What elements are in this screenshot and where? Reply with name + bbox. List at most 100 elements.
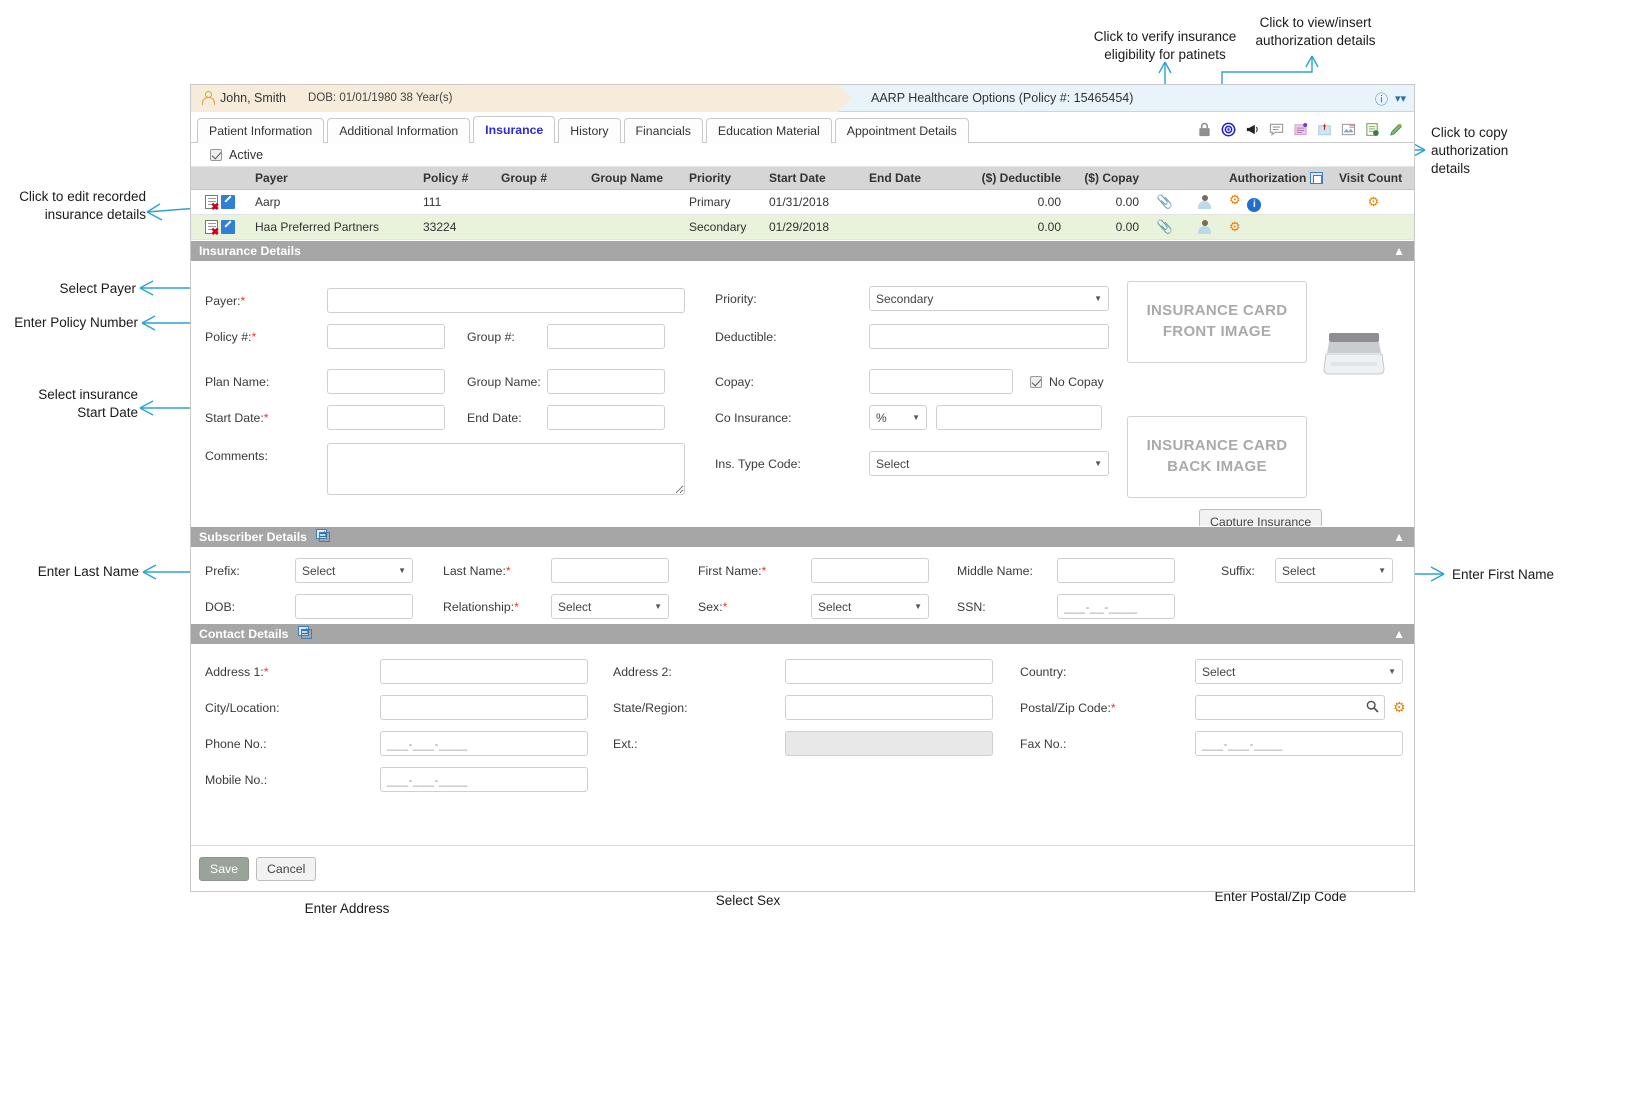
col-group-name[interactable]: Group Name — [585, 167, 683, 190]
double-chevron-down-icon[interactable]: ▾▾ — [1395, 92, 1406, 105]
suffix-select[interactable]: Select ▼ — [1275, 558, 1393, 583]
start-date-input[interactable] — [327, 405, 445, 430]
attachment-paperclip-icon[interactable]: 📎 — [1157, 194, 1173, 209]
attachment-paperclip-icon[interactable]: 📎 — [1157, 219, 1173, 234]
pen-icon[interactable] — [1389, 122, 1405, 138]
sex-select[interactable]: Select ▼ — [811, 594, 929, 619]
col-visit-count[interactable]: Visit Count — [1333, 167, 1414, 190]
scanner-icon[interactable] — [1323, 329, 1385, 384]
phone-input[interactable]: ___-___-____ — [380, 731, 588, 756]
note-icon[interactable] — [1293, 122, 1309, 138]
patient-name: John, Smith — [220, 91, 287, 105]
col-group[interactable]: Group # — [495, 167, 585, 190]
cell-priority: Primary — [683, 189, 763, 215]
edit-pencil-icon[interactable] — [221, 219, 236, 234]
col-copay[interactable]: ($) Copay — [1067, 167, 1145, 190]
delete-document-icon[interactable]: ✖ — [204, 194, 219, 212]
chat-bubble-icon[interactable] — [1269, 122, 1285, 138]
postal-settings-gear-icon[interactable]: ⚙ — [1393, 699, 1406, 716]
city-input[interactable] — [380, 695, 588, 720]
co-insurance-input[interactable] — [936, 405, 1102, 430]
no-copay-checkbox[interactable] — [1030, 375, 1042, 388]
table-row[interactable]: ✖ Haa Preferred Partners 33224 Secondary… — [191, 214, 1414, 240]
active-checkbox[interactable] — [210, 148, 222, 161]
copay-input[interactable] — [869, 369, 1013, 394]
cancel-button[interactable]: Cancel — [256, 856, 317, 881]
col-start-date[interactable]: Start Date — [763, 167, 863, 190]
postal-input[interactable] — [1195, 695, 1385, 720]
collapse-chevron-icon[interactable]: ▲ — [1393, 530, 1405, 544]
info-circle-icon[interactable]: ⓘ — [1375, 89, 1388, 108]
tab-patient-information[interactable]: Patient Information — [197, 118, 325, 143]
collapse-chevron-icon[interactable]: ▲ — [1393, 244, 1405, 258]
dob-input[interactable] — [295, 594, 413, 619]
contact-details-header: Contact Details ▲ — [191, 622, 1414, 644]
fax-input[interactable]: ___-___-____ — [1195, 731, 1403, 756]
col-end-date[interactable]: End Date — [863, 167, 963, 190]
active-filter-row[interactable]: Active — [191, 143, 1414, 167]
ext-input[interactable] — [785, 731, 993, 756]
authorization-gear-icon[interactable]: ⚙ — [1229, 219, 1241, 234]
group-number-input[interactable] — [547, 324, 665, 349]
col-payer[interactable]: Payer — [249, 167, 417, 190]
insurance-card-back-placeholder[interactable]: INSURANCE CARD BACK IMAGE — [1127, 415, 1307, 498]
visit-count-gear-icon[interactable]: ⚙ — [1368, 194, 1380, 209]
table-row[interactable]: ✖ Aarp 111 Primary 01/31/2018 0.00 0.00 … — [191, 189, 1414, 215]
suffix-label: Suffix: — [1221, 563, 1255, 578]
comments-textarea[interactable] — [327, 442, 685, 495]
group-name-input[interactable] — [547, 369, 665, 394]
document-scan-icon[interactable] — [1365, 122, 1381, 138]
prefix-select[interactable]: Select ▼ — [295, 558, 413, 583]
tab-additional-information[interactable]: Additional Information — [327, 118, 471, 143]
col-deductible[interactable]: ($) Deductible — [963, 167, 1067, 190]
collapse-chevron-icon[interactable]: ▲ — [1393, 627, 1405, 641]
col-priority[interactable]: Priority — [683, 167, 763, 190]
delete-document-icon[interactable]: ✖ — [204, 219, 219, 237]
authorization-gear-icon[interactable]: ⚙ — [1229, 192, 1241, 207]
middle-name-input[interactable] — [1057, 558, 1175, 583]
last-name-input[interactable] — [551, 558, 669, 583]
lock-icon[interactable] — [1197, 122, 1213, 138]
col-policy[interactable]: Policy # — [417, 167, 495, 190]
copy-authorization-icon[interactable] — [1310, 171, 1324, 184]
tab-appointment-details[interactable]: Appointment Details — [834, 118, 969, 143]
save-button[interactable]: Save — [199, 856, 250, 881]
country-select[interactable]: Select ▼ — [1195, 659, 1403, 684]
megaphone-icon[interactable] — [1245, 122, 1261, 138]
col-authorization[interactable]: Authorization — [1223, 167, 1333, 190]
deductible-input[interactable] — [869, 324, 1109, 349]
tab-education-material[interactable]: Education Material — [705, 118, 832, 143]
plan-name-input[interactable] — [327, 369, 445, 394]
tab-insurance[interactable]: Insurance — [473, 116, 556, 143]
copy-contact-icon[interactable] — [297, 625, 312, 642]
address2-input[interactable] — [785, 659, 993, 684]
payer-input[interactable] — [327, 288, 685, 313]
pin-note-icon[interactable] — [1317, 122, 1333, 138]
insurance-card-front-placeholder[interactable]: INSURANCE CARD FRONT IMAGE — [1127, 280, 1307, 363]
image-icon[interactable] — [1341, 122, 1357, 138]
tab-history[interactable]: History — [558, 118, 621, 143]
copy-subscriber-icon[interactable] — [315, 528, 330, 545]
eligibility-user-icon[interactable] — [1197, 219, 1211, 234]
address1-input[interactable] — [380, 659, 588, 684]
end-date-input[interactable] — [547, 405, 665, 430]
annotation-first-name: Enter First Name — [1452, 567, 1555, 582]
eligibility-user-icon[interactable] — [1197, 194, 1211, 209]
priority-select[interactable]: Secondary ▼ — [869, 286, 1109, 311]
search-icon[interactable] — [1366, 700, 1379, 716]
ssn-input[interactable]: ___-__-____ — [1057, 594, 1175, 619]
cell-payer: Aarp — [249, 189, 417, 215]
edit-pencil-icon[interactable] — [221, 194, 236, 209]
ins-type-code-select[interactable]: Select ▼ — [869, 451, 1109, 476]
first-name-input[interactable] — [811, 558, 929, 583]
insurance-grid: Payer Policy # Group # Group Name Priori… — [191, 167, 1414, 240]
payer-label: Payer:* — [205, 293, 246, 308]
co-insurance-unit-select[interactable]: % ▼ — [869, 405, 927, 430]
mobile-input[interactable]: ___-___-____ — [380, 767, 588, 792]
relationship-select[interactable]: Select ▼ — [551, 594, 669, 619]
state-input[interactable] — [785, 695, 993, 720]
target-icon[interactable] — [1221, 122, 1237, 138]
tab-financials[interactable]: Financials — [623, 118, 703, 143]
authorization-info-icon[interactable]: i — [1247, 197, 1262, 212]
policy-number-input[interactable] — [327, 324, 445, 349]
